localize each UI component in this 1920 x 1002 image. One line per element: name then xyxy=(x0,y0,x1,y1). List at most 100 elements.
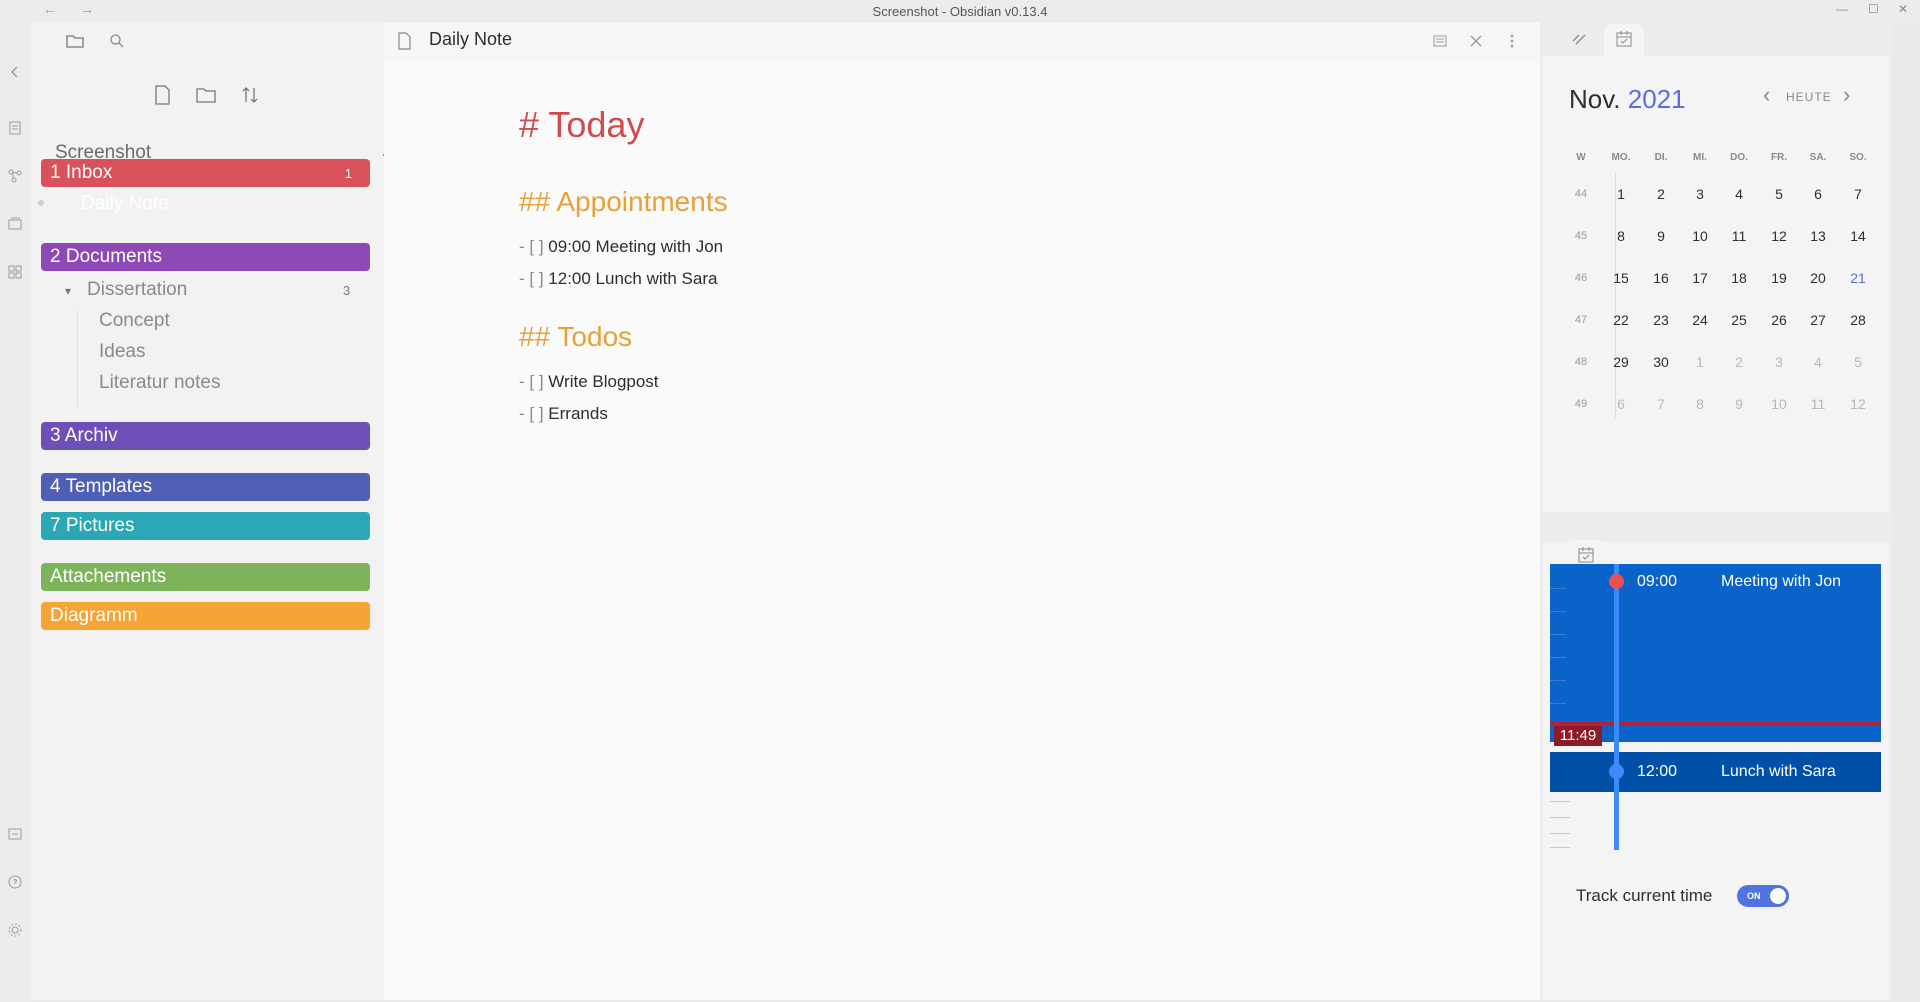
week-number[interactable]: 47 xyxy=(1563,314,1599,326)
calendar-day[interactable]: 22 xyxy=(1603,312,1639,328)
new-folder-icon[interactable] xyxy=(195,84,217,106)
folder-inbox[interactable]: 1 Inbox 1 xyxy=(41,159,370,187)
calendar-day[interactable]: 13 xyxy=(1800,228,1836,244)
file-daily-note[interactable]: Daily Note xyxy=(81,193,169,215)
calendar-day[interactable]: 28 xyxy=(1840,312,1876,328)
calendar-day[interactable]: 8 xyxy=(1603,228,1639,244)
weekday-header: FR. xyxy=(1770,152,1788,163)
calendar-day[interactable]: 24 xyxy=(1682,312,1718,328)
note-icon[interactable] xyxy=(7,120,23,136)
hour-tick xyxy=(1550,801,1570,802)
week-number[interactable]: 45 xyxy=(1563,230,1599,242)
calendar-day[interactable]: 2 xyxy=(1721,354,1757,370)
folder-count: 1 xyxy=(344,166,352,181)
tab-file-explorer[interactable] xyxy=(55,26,95,56)
more-options-icon[interactable] xyxy=(1504,33,1520,49)
collapse-left-icon[interactable] xyxy=(7,64,23,80)
calendar-day[interactable]: 3 xyxy=(1761,354,1797,370)
folder-pictures[interactable]: 7 Pictures xyxy=(41,512,370,540)
next-month-button[interactable]: › xyxy=(1843,82,1851,108)
graph-icon[interactable] xyxy=(7,168,23,184)
calendar-day[interactable]: 7 xyxy=(1840,186,1876,202)
folder-attachements[interactable]: Attachements xyxy=(41,563,370,591)
prev-month-button[interactable]: ‹ xyxy=(1763,82,1771,108)
folder-icon xyxy=(66,35,84,48)
folder-dissertation[interactable]: Dissertation xyxy=(87,279,187,301)
calendar-day[interactable]: 23 xyxy=(1643,312,1679,328)
week-number[interactable]: 49 xyxy=(1563,398,1599,410)
close-icon[interactable] xyxy=(1468,33,1484,49)
week-number[interactable]: 48 xyxy=(1563,356,1599,368)
calendar-day[interactable]: 17 xyxy=(1682,270,1718,286)
calendar-day[interactable]: 8 xyxy=(1682,396,1718,412)
calendar-day[interactable]: 9 xyxy=(1721,396,1757,412)
calendar-day[interactable]: 11 xyxy=(1800,396,1836,412)
calendar-day[interactable]: 18 xyxy=(1721,270,1757,286)
folder-diagramm[interactable]: Diagramm xyxy=(41,602,370,630)
sort-icon[interactable] xyxy=(239,84,261,106)
calendar-day[interactable]: 19 xyxy=(1761,270,1797,286)
calendar-day[interactable]: 16 xyxy=(1643,270,1679,286)
today-button[interactable]: HEUTE xyxy=(1786,90,1832,104)
calendar-day[interactable]: 25 xyxy=(1721,312,1757,328)
calendar-day[interactable]: 7 xyxy=(1643,396,1679,412)
calendar-day[interactable]: 10 xyxy=(1682,228,1718,244)
calendar-day[interactable]: 15 xyxy=(1603,270,1639,286)
week-separator xyxy=(1615,172,1616,418)
file-ideas[interactable]: Ideas xyxy=(99,341,145,363)
tab-calendar[interactable] xyxy=(1604,24,1644,56)
new-note-icon[interactable] xyxy=(151,84,173,106)
file-literatur-notes[interactable]: Literatur notes xyxy=(99,372,220,394)
reading-view-icon[interactable] xyxy=(1432,33,1448,49)
file-concept[interactable]: Concept xyxy=(99,310,170,332)
calendar-day[interactable]: 10 xyxy=(1761,396,1797,412)
calendar-day[interactable]: 6 xyxy=(1800,186,1836,202)
week-number[interactable]: 44 xyxy=(1563,188,1599,200)
todo-item[interactable]: - [ ] Write Blogpost xyxy=(519,372,659,392)
maximize-button[interactable]: ☐ xyxy=(1868,2,1879,16)
folder-archiv[interactable]: 3 Archiv xyxy=(41,422,370,450)
note-title[interactable]: Daily Note xyxy=(429,29,512,50)
vault-icon[interactable] xyxy=(7,826,23,842)
calendar-day[interactable]: 21 xyxy=(1840,270,1876,286)
help-icon[interactable] xyxy=(7,874,23,890)
appointment-item[interactable]: - [ ] 09:00 Meeting with Jon xyxy=(519,237,723,257)
slides-icon[interactable] xyxy=(7,216,23,232)
calendar-day[interactable]: 1 xyxy=(1603,186,1639,202)
week-number[interactable]: 46 xyxy=(1563,272,1599,284)
ribbon xyxy=(0,22,31,1002)
calendar-day[interactable]: 30 xyxy=(1643,354,1679,370)
track-time-toggle[interactable]: ON xyxy=(1737,885,1789,907)
calendar-day[interactable]: 1 xyxy=(1682,354,1718,370)
calendar-day[interactable]: 4 xyxy=(1721,186,1757,202)
calendar-day[interactable]: 5 xyxy=(1761,186,1797,202)
close-window-button[interactable]: ✕ xyxy=(1898,2,1908,16)
calendar-day[interactable]: 12 xyxy=(1840,396,1876,412)
calendar-pane: Nov. 2021 ‹ HEUTE › W MO. DI. MI. DO. FR. SA. S… xyxy=(1543,56,1889,512)
calendar-day[interactable]: 20 xyxy=(1800,270,1836,286)
calendar-day[interactable]: 2 xyxy=(1643,186,1679,202)
backlinks-icon[interactable] xyxy=(1570,29,1588,47)
calendar-day[interactable]: 26 xyxy=(1761,312,1797,328)
calendar-day[interactable]: 11 xyxy=(1721,228,1757,244)
chevron-down-icon[interactable]: ▾ xyxy=(65,284,71,298)
calendar-day[interactable]: 29 xyxy=(1603,354,1639,370)
calendar-day[interactable]: 12 xyxy=(1761,228,1797,244)
calendar-day[interactable]: 3 xyxy=(1682,186,1718,202)
calendar-day[interactable]: 6 xyxy=(1603,396,1639,412)
appointment-text: 09:00 Meeting with Jon xyxy=(548,237,724,256)
calendar-day[interactable]: 14 xyxy=(1840,228,1876,244)
minimize-button[interactable]: — xyxy=(1836,2,1848,16)
folder-documents[interactable]: 2 Documents xyxy=(41,243,370,271)
folder-templates[interactable]: 4 Templates xyxy=(41,473,370,501)
calendar-day[interactable]: 9 xyxy=(1643,228,1679,244)
calendar-day[interactable]: 4 xyxy=(1800,354,1836,370)
settings-gear-icon[interactable] xyxy=(7,922,23,938)
appointment-item[interactable]: - [ ] 12:00 Lunch with Sara xyxy=(519,269,717,289)
todo-item[interactable]: - [ ] Errands xyxy=(519,404,608,424)
folder-label: Attachements xyxy=(50,566,167,587)
search-icon[interactable] xyxy=(109,33,125,49)
calendar-day[interactable]: 27 xyxy=(1800,312,1836,328)
calendar-day[interactable]: 5 xyxy=(1840,354,1876,370)
plugins-icon[interactable] xyxy=(7,264,23,280)
